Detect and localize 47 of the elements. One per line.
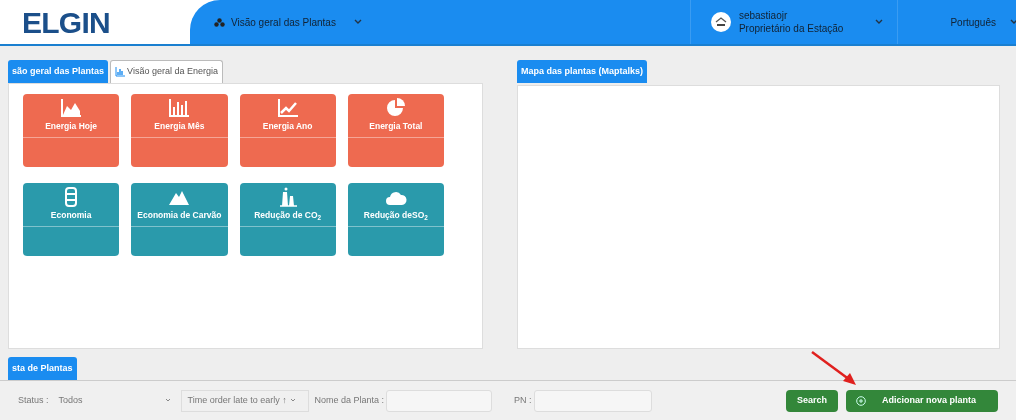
pn-field[interactable] bbox=[533, 389, 652, 412]
nav-menu[interactable]: Visão geral das Plantas bbox=[214, 14, 336, 30]
panel-tab[interactable]: Mapa das plantas (Maptalks) bbox=[517, 60, 648, 83]
user-role: Proprietário da Estação bbox=[738, 22, 844, 35]
stat-tile[interactable]: Energia Ano bbox=[239, 94, 336, 167]
tile-label: Energia Ano bbox=[262, 120, 313, 133]
chevron-icon bbox=[875, 19, 884, 25]
language-menu[interactable]: Português bbox=[950, 14, 996, 30]
line-chart-icon bbox=[276, 98, 299, 119]
tile-label: Economia de Carvão bbox=[137, 209, 222, 222]
status-label: Status : bbox=[18, 393, 49, 407]
add-plant-button[interactable]: Adicionar nova planta bbox=[846, 389, 998, 412]
chevron-icon bbox=[164, 398, 171, 403]
panel-tab[interactable]: são geral das Plantas bbox=[8, 60, 109, 83]
status-select[interactable]: Todos bbox=[54, 389, 175, 412]
stat-tile[interactable]: Redução de CO$_{2}$ bbox=[239, 183, 336, 256]
annotation-arrow bbox=[810, 350, 858, 386]
plant-name-field[interactable] bbox=[386, 389, 493, 412]
stat-tile[interactable]: Energia Hoje bbox=[23, 94, 120, 167]
plus-circle-icon bbox=[856, 395, 866, 406]
panel-tab[interactable]: Visão geral da Energia bbox=[110, 60, 223, 83]
search-button[interactable]: Search bbox=[786, 389, 838, 412]
tile-label: Economia bbox=[50, 209, 92, 222]
user-name: sebastiaojr bbox=[738, 9, 789, 22]
stat-tile[interactable]: Energia Total bbox=[347, 94, 444, 167]
chevron-icon bbox=[353, 19, 362, 25]
pn-label: PN : bbox=[514, 393, 532, 407]
logo: ELGIN bbox=[22, 4, 110, 41]
panel-tab[interactable]: sta de Plantas bbox=[8, 357, 77, 380]
bar-chart-icon bbox=[168, 98, 191, 119]
bar-chart-icon bbox=[115, 67, 126, 77]
stat-tile[interactable]: Economia bbox=[23, 183, 120, 256]
area-chart-icon bbox=[60, 98, 83, 119]
tile-label: Redução de CO$_{2}$ bbox=[254, 209, 322, 222]
tile-label: Energia Hoje bbox=[45, 120, 98, 133]
stat-tile[interactable]: Energia Mês bbox=[131, 94, 228, 167]
tile-label: Energia Total bbox=[369, 120, 423, 133]
pie-chart-icon bbox=[384, 98, 407, 119]
stat-tile[interactable]: Redução deSO$_{2}$ bbox=[347, 183, 444, 256]
cluster-icon bbox=[214, 17, 225, 27]
stat-tile[interactable]: Economia de Carvão bbox=[131, 183, 228, 256]
chevron-icon bbox=[289, 398, 296, 403]
tile-label: Redução deSO$_{2}$ bbox=[363, 209, 428, 222]
chevron-icon bbox=[1010, 19, 1016, 25]
order-select[interactable]: Time order late to early ↑ bbox=[180, 389, 309, 412]
tile-label: Energia Mês bbox=[154, 120, 205, 133]
plant-name-label: Nome da Planta : bbox=[314, 393, 385, 407]
